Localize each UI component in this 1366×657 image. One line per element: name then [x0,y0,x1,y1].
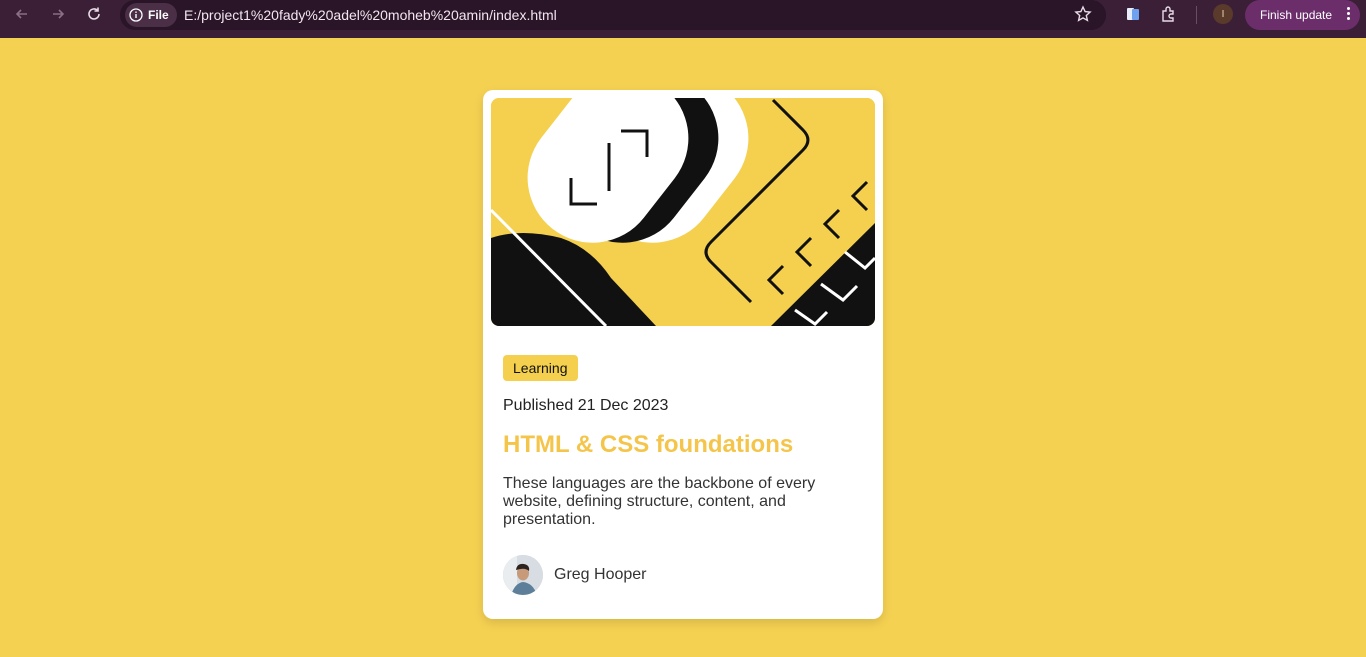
finish-update-button[interactable]: Finish update [1245,0,1360,30]
avatar [503,555,543,595]
back-icon [15,9,27,19]
card-illustration [491,98,875,326]
star-icon[interactable] [1074,5,1092,23]
forward-icon [53,9,65,19]
address-bar[interactable]: File E:/project1%20fady%20adel%20moheb%2… [120,0,1106,30]
reading-list-icon[interactable] [1124,5,1142,23]
browser-toolbar: File E:/project1%20fady%20adel%20moheb%2… [0,0,1366,38]
blog-preview-card: Learning Published 21 Dec 2023 HTML & CS… [483,90,883,619]
extensions-icon[interactable] [1160,5,1178,23]
url-text[interactable]: E:/project1%20fady%20adel%20moheb%20amin… [184,7,557,23]
category-tag: Learning [503,355,578,381]
author-name[interactable]: Greg Hooper [554,566,647,584]
card-description: These languages are the backbone of ever… [503,475,816,528]
forward-button[interactable] [46,2,70,26]
back-button[interactable] [10,2,34,26]
published-date: Published 21 Dec 2023 [503,397,669,414]
info-icon [129,8,143,22]
card-title[interactable]: HTML & CSS foundations [503,431,793,459]
reload-button[interactable] [82,2,106,26]
reload-icon [88,7,100,20]
toolbar-divider [1196,6,1197,24]
profile-avatar[interactable]: I [1213,4,1233,24]
site-info-chip[interactable]: File [125,3,177,27]
more-vert-icon [1347,7,1350,20]
author-info: Greg Hooper [503,555,647,595]
finish-update-label: Finish update [1260,8,1333,22]
site-chip-label: File [148,8,169,22]
